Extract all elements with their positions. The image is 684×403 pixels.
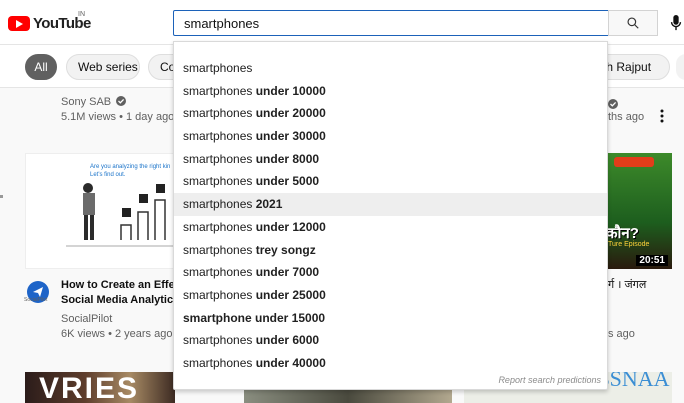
suggestion-completion-text: smartphone under 15000 [183,310,326,325]
suggestion-completion-text: under 5000 [252,174,320,189]
suggestion-query-text: smartphones [183,333,253,348]
thumbnail-text: Let's find out. [90,172,126,178]
masthead: YouTube IN [0,0,684,44]
thumbnail-text: Are you analyzing the right kin [90,164,171,170]
suggestion-completion-text: under 7000 [252,265,320,280]
suggestion-completion-text: under 8000 [252,151,320,166]
suggestion-query-text: smartphones [183,287,253,302]
suggestion-item[interactable]: smartphones under 6000 [174,329,607,352]
suggestion-query-text: smartphones [183,129,253,144]
suggestion-query-text: smartphones [183,265,253,280]
search-button[interactable] [608,10,658,36]
suggestion-item[interactable]: smartphones under 25000 [174,284,607,307]
suggestion-query-text: smartphones [183,151,253,166]
video-title[interactable]: How to Create an Effec [61,278,181,293]
chip-next-partial[interactable] [676,54,684,80]
video-title[interactable]: र्ग । जंगल [608,278,646,293]
youtube-play-icon [8,15,30,31]
suggestion-completion-text: under 10000 [252,83,326,98]
suggestion-item[interactable]: smartphones 2021 [174,193,607,216]
thumbnail-text: VRIES [39,372,140,403]
suggestion-completion-text: under 6000 [252,333,320,348]
suggestion-item[interactable]: smartphones under 5000 [174,170,607,193]
search-box [173,10,609,36]
suggestion-item[interactable]: smartphones under 30000 [174,125,607,148]
search-input[interactable] [174,11,608,35]
suggestion-completion-text: 2021 [252,197,283,212]
avatar-caption: SocialPilot [24,297,48,303]
verified-badge-icon [116,96,127,106]
suggestion-item[interactable]: smartphones trey songz [174,239,607,262]
search-icon [627,17,639,29]
video-title[interactable]: Social Media Analytics [61,293,179,308]
chip-web-series[interactable]: Web series [66,54,140,80]
more-actions-icon[interactable] [660,109,664,123]
suggestion-query-text: smartphones [183,61,253,75]
video-meta: 5.1M views • 1 day ago [61,111,175,123]
suggestion-item[interactable]: smartphones under 8000 [174,148,607,171]
channel-name[interactable]: Sony SAB [61,96,127,108]
suggestion-completion-text: under 40000 [252,355,326,370]
suggestion-completion-text: under 20000 [252,106,326,121]
video-duration: 20:51 [636,255,668,266]
suggestion-query-text: smartphones [183,355,253,370]
suggestion-item[interactable]: smartphones under 40000 [174,352,607,375]
suggestion-completion-text: trey songz [252,242,316,257]
verified-badge-icon [608,99,618,109]
thumbnail-text: कौन? [606,225,639,242]
page-marker [0,195,3,198]
suggestion-query-text: smartphones [183,106,253,121]
suggestion-completion-text: under 25000 [252,287,326,302]
thumbnail-text: Ture Episode [608,241,650,248]
video-thumbnail[interactable]: कौन? Ture Episode 20:51 [604,153,672,269]
suggestion-item[interactable]: smartphones under 12000 [174,216,607,239]
search-suggestions-dropdown: smartphones smartphones under 10000 smartp… [173,41,608,390]
suggestion-query-text: smartphones [183,197,253,212]
mic-icon [670,15,682,31]
video-thumbnail[interactable]: VRIES [25,372,175,403]
suggestion-completion-text: under 12000 [252,219,326,234]
suggestion-item[interactable]: smartphones under 10000 [174,80,607,103]
youtube-logo[interactable]: YouTube IN [8,11,91,33]
video-meta: ths ago [608,111,645,123]
thumbnail-logo [614,157,654,167]
video-meta: 6K views • 2 years ago [61,328,173,340]
channel-name[interactable]: SocialPilot [61,313,112,325]
suggestion-query-text: smartphones [183,174,253,189]
suggestion-item[interactable]: smartphones under 7000 [174,261,607,284]
video-meta: s ago [608,328,635,340]
suggestion-query-text: smartphones [183,83,253,98]
suggestion-query-text: smartphones [183,219,253,234]
suggestion-item[interactable]: smartphones under 20000 [174,102,607,125]
suggestion-item[interactable]: smartphone under 15000 [174,307,607,330]
thumbnail-illustration [66,183,174,247]
suggestion-list: smartphones smartphones under 10000 smartp… [174,42,607,375]
suggestion-query-text: smartphones [183,242,253,257]
report-search-predictions-link[interactable]: Report search predictions [498,375,601,385]
logo-region-label: IN [78,11,85,18]
chip-all[interactable]: All [25,54,57,80]
voice-search-button[interactable] [666,12,684,34]
suggestion-completion-text: under 30000 [252,129,326,144]
suggestion-item[interactable]: smartphones [174,57,607,80]
video-thumbnail[interactable]: Are you analyzing the right kin Let's fi… [25,153,175,269]
